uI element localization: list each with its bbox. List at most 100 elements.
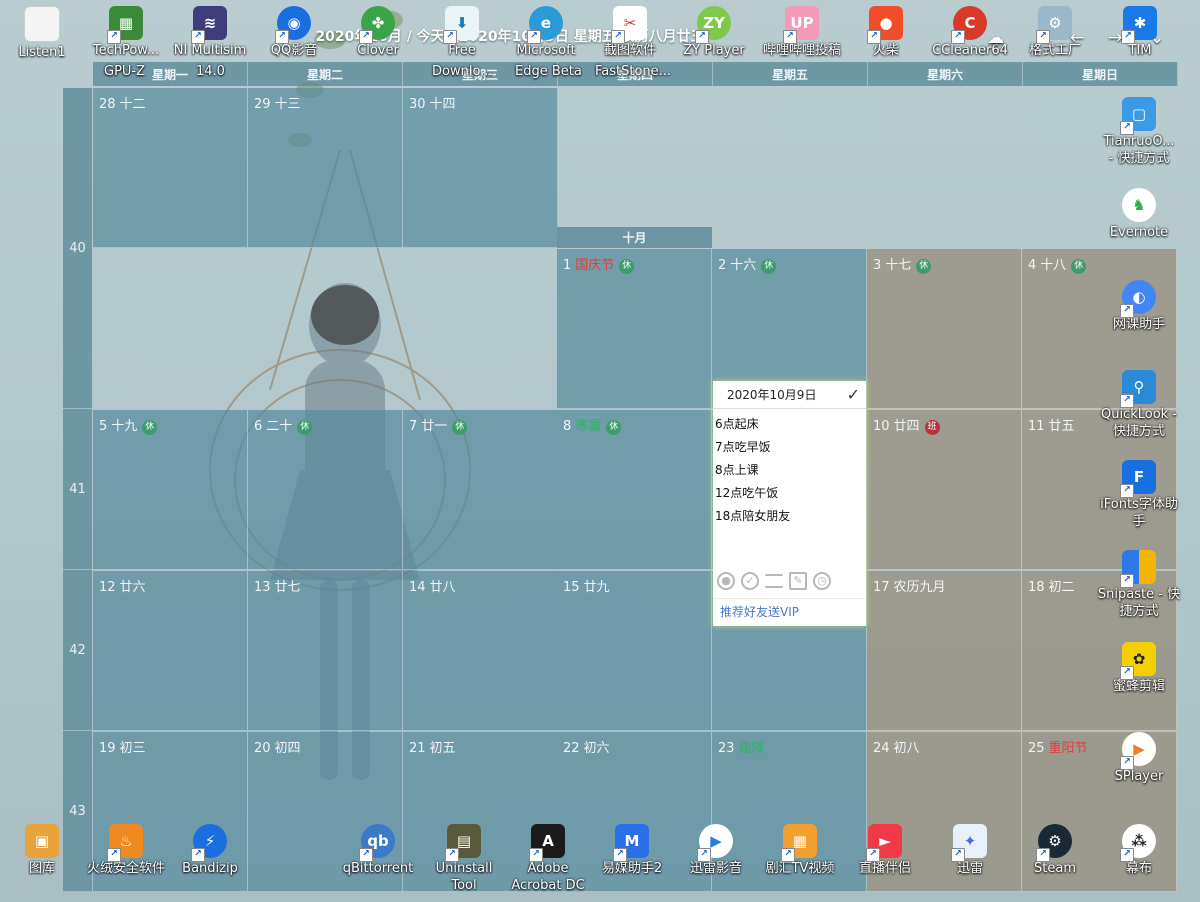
xunlei-video-icon: ▶ ↗: [697, 824, 733, 862]
desktop-icon-techpowerup[interactable]: ▦ ↗ TechPow...: [84, 6, 168, 59]
day-cell[interactable]: 8 寒露休: [557, 410, 712, 570]
vip-promo-link[interactable]: 推荐好友送VIP: [713, 598, 866, 626]
rest-badge: 休: [452, 420, 468, 435]
desktop-icon-screenshot[interactable]: ✂ ↗ 截图软件: [588, 6, 672, 59]
desktop-icon-live-companion[interactable]: ► ↗ 直播伴侣: [843, 824, 927, 877]
desktop-icon-qqplayer[interactable]: ◉ ↗ QQ影音: [252, 6, 336, 59]
day-cell[interactable]: 12 廿六: [93, 571, 248, 731]
desktop-icon-clover[interactable]: ✤ ↗ Clover: [336, 6, 420, 59]
live-icon: ► ↗: [866, 824, 902, 862]
desktop-icon-edge-beta[interactable]: e ↗ Microsoft: [504, 6, 588, 59]
desktop-icon-xunlei-video[interactable]: ▶ ↗ 迅雷影音: [674, 824, 758, 877]
gpu-icon: ▦ ↗: [107, 6, 143, 44]
day-cell[interactable]: 13 廿七: [248, 571, 403, 731]
desktop-icon-ifonts[interactable]: F ↗ iFonts字体助 手: [1097, 460, 1181, 530]
day-cell[interactable]: 14 廿八: [403, 571, 558, 731]
juhui-icon: ▦ ↗: [781, 824, 817, 862]
day-cell[interactable]: 30 十四: [403, 88, 558, 248]
palette-icon[interactable]: ●: [717, 572, 735, 590]
note-header: 2020年10月9日 ✓: [713, 381, 866, 409]
huorong-icon: ♨ ↗: [107, 824, 143, 862]
day-note-popup[interactable]: 2020年10月9日 ✓ 6点起床 7点吃早饭 8点上课 12点吃午饭 18点陪…: [713, 381, 866, 626]
desktop-icon-xunlei[interactable]: ✦ ↗ 迅雷: [928, 824, 1012, 877]
desktop-icon-juhui-tv[interactable]: ▦ ↗ 剧汇TV视频: [758, 824, 842, 877]
edit-icon[interactable]: ✎: [789, 572, 807, 590]
desktop-icon-huorong[interactable]: ♨ ↗ 火绒安全软件: [84, 824, 168, 877]
rest-badge: 休: [619, 259, 635, 274]
desktop-icon-listen1[interactable]: Listen1: [0, 6, 84, 61]
edge-icon: e ↗: [527, 6, 563, 44]
xunlei-icon: ✦ ↗: [951, 824, 987, 862]
ifonts-icon: F ↗: [1120, 460, 1156, 498]
note-item: 7点吃早饭: [715, 440, 771, 454]
week-number: 42: [63, 570, 92, 731]
note-date: 2020年10月9日: [727, 388, 817, 402]
note-content[interactable]: 6点起床 7点吃早饭 8点上课 12点吃午饭 18点陪女朋友: [713, 409, 866, 532]
desktop-icon-mifeng[interactable]: ✿ ↗ 蜜蜂剪辑: [1097, 642, 1181, 695]
desktop-icon-multisim[interactable]: ≋ ↗ NI Multisim: [168, 6, 252, 59]
desktop-icon-gallery[interactable]: ▣ 图库: [0, 824, 84, 877]
zyplayer-icon: ZY ↗: [695, 6, 731, 44]
day-cell[interactable]: 1 国庆节休: [557, 249, 712, 409]
back-arrow-icon[interactable]: ←: [1070, 28, 1084, 48]
desktop-calendar: 2020年10月 / 今天是2020年10月9日 星期五 农历八月廿三 星期一 …: [0, 0, 1200, 902]
day-cell[interactable]: 29 十三: [248, 88, 403, 248]
rest-badge: 休: [916, 259, 932, 274]
desktop-icon-splayer[interactable]: ▶ ↗ SPlayer: [1097, 732, 1181, 785]
rest-badge: 休: [142, 420, 158, 435]
desktop-icon-snipaste[interactable]: ↗ Snipaste - 快 捷方式: [1097, 550, 1181, 620]
desktop-icon-qbittorrent[interactable]: qb ↗ qBittorrent: [336, 824, 420, 877]
forward-arrow-icon[interactable]: →: [1108, 28, 1122, 48]
mubu-icon: ⁂ ↗: [1120, 824, 1156, 862]
ccleaner-icon: C ↗: [951, 6, 987, 44]
month-label: 十月: [557, 227, 712, 248]
rest-badge: 休: [761, 259, 777, 274]
desktop-icon-acrobat[interactable]: A ↗ Adobe Acrobat DC: [506, 824, 590, 894]
week-number: 40: [63, 88, 92, 409]
check-circle-icon[interactable]: ✓: [741, 572, 759, 590]
check-icon[interactable]: ✓: [847, 385, 860, 404]
weekday-header-tue: 星期二: [248, 62, 403, 86]
day-cell[interactable]: 3 十七休: [867, 249, 1022, 409]
rest-badge: 休: [606, 420, 622, 435]
desktop-icon-free-download[interactable]: ⬇ ↗ Free: [420, 6, 504, 59]
day-cell[interactable]: 7 廿一休: [403, 410, 558, 570]
download-icon: ⬇ ↗: [443, 6, 479, 44]
qbittorrent-icon: qb ↗: [359, 824, 395, 862]
list-icon[interactable]: [765, 574, 783, 588]
day-cell[interactable]: 6 二十休: [248, 410, 403, 570]
rest-badge: 休: [297, 420, 313, 435]
desktop-icon-zyplayer[interactable]: ZY ↗ ZY Player: [672, 6, 756, 59]
rest-badge: 休: [1071, 259, 1087, 274]
note-item: 6点起床: [715, 417, 759, 431]
desktop-icon-bandizip[interactable]: ⚡ ↗ Bandizip: [168, 824, 252, 877]
desktop-icon-wangke[interactable]: ◐ ↗ 网课助手: [1097, 280, 1181, 333]
day-cell[interactable]: 28 十二: [93, 88, 248, 248]
desktop-icon-uninstall-tool[interactable]: ▤ ↗ Uninstall Tool: [422, 824, 506, 894]
steam-icon: ⚙ ↗: [1036, 824, 1072, 862]
desktop-icon-huochai[interactable]: ● ↗ 火柴: [844, 6, 928, 59]
day-cell[interactable]: 15 廿九: [557, 571, 712, 731]
desktop-icon-quicklook[interactable]: ⚲ ↗ QuickLook - 快捷方式: [1097, 370, 1181, 440]
icon-label-line2: Edge Beta: [515, 64, 582, 79]
desktop-icon-yimei[interactable]: M ↗ 易媒助手2: [590, 824, 674, 877]
chevron-down-icon[interactable]: ⌄: [1150, 28, 1164, 48]
cloud-icon[interactable]: ☁: [987, 28, 1004, 48]
note-item: 18点陪女朋友: [715, 509, 791, 523]
day-cell[interactable]: 17 农历九月: [867, 571, 1022, 731]
desktop-icon-tianruo[interactable]: ▢ ↗ TianruoO... - 快捷方式: [1097, 97, 1181, 167]
format-factory-icon: ⚙ ↗: [1036, 6, 1072, 44]
note-toolbar: ● ✓ ✎ ◷: [717, 572, 831, 590]
desktop-icon-steam[interactable]: ⚙ ↗ Steam: [1013, 824, 1097, 877]
uninstall-icon: ▤ ↗: [445, 824, 481, 862]
day-cell[interactable]: 5 十九休: [93, 410, 248, 570]
work-badge: 班: [924, 420, 940, 435]
desktop-icon-format-factory[interactable]: ⚙ ↗ 格式工厂: [1013, 6, 1097, 59]
bee-icon: ✿ ↗: [1120, 642, 1156, 680]
clock-icon[interactable]: ◷: [813, 572, 831, 590]
desktop-icon-mubu[interactable]: ⁂ ↗ 幕布: [1097, 824, 1181, 877]
multisim-icon: ≋ ↗: [191, 6, 227, 44]
desktop-icon-bilibili-upload[interactable]: UP ↗ 哔哩哔哩投稿: [760, 6, 844, 59]
desktop-icon-evernote[interactable]: ♞ Evernote: [1097, 188, 1181, 241]
day-cell[interactable]: 10 廿四班: [867, 410, 1022, 570]
